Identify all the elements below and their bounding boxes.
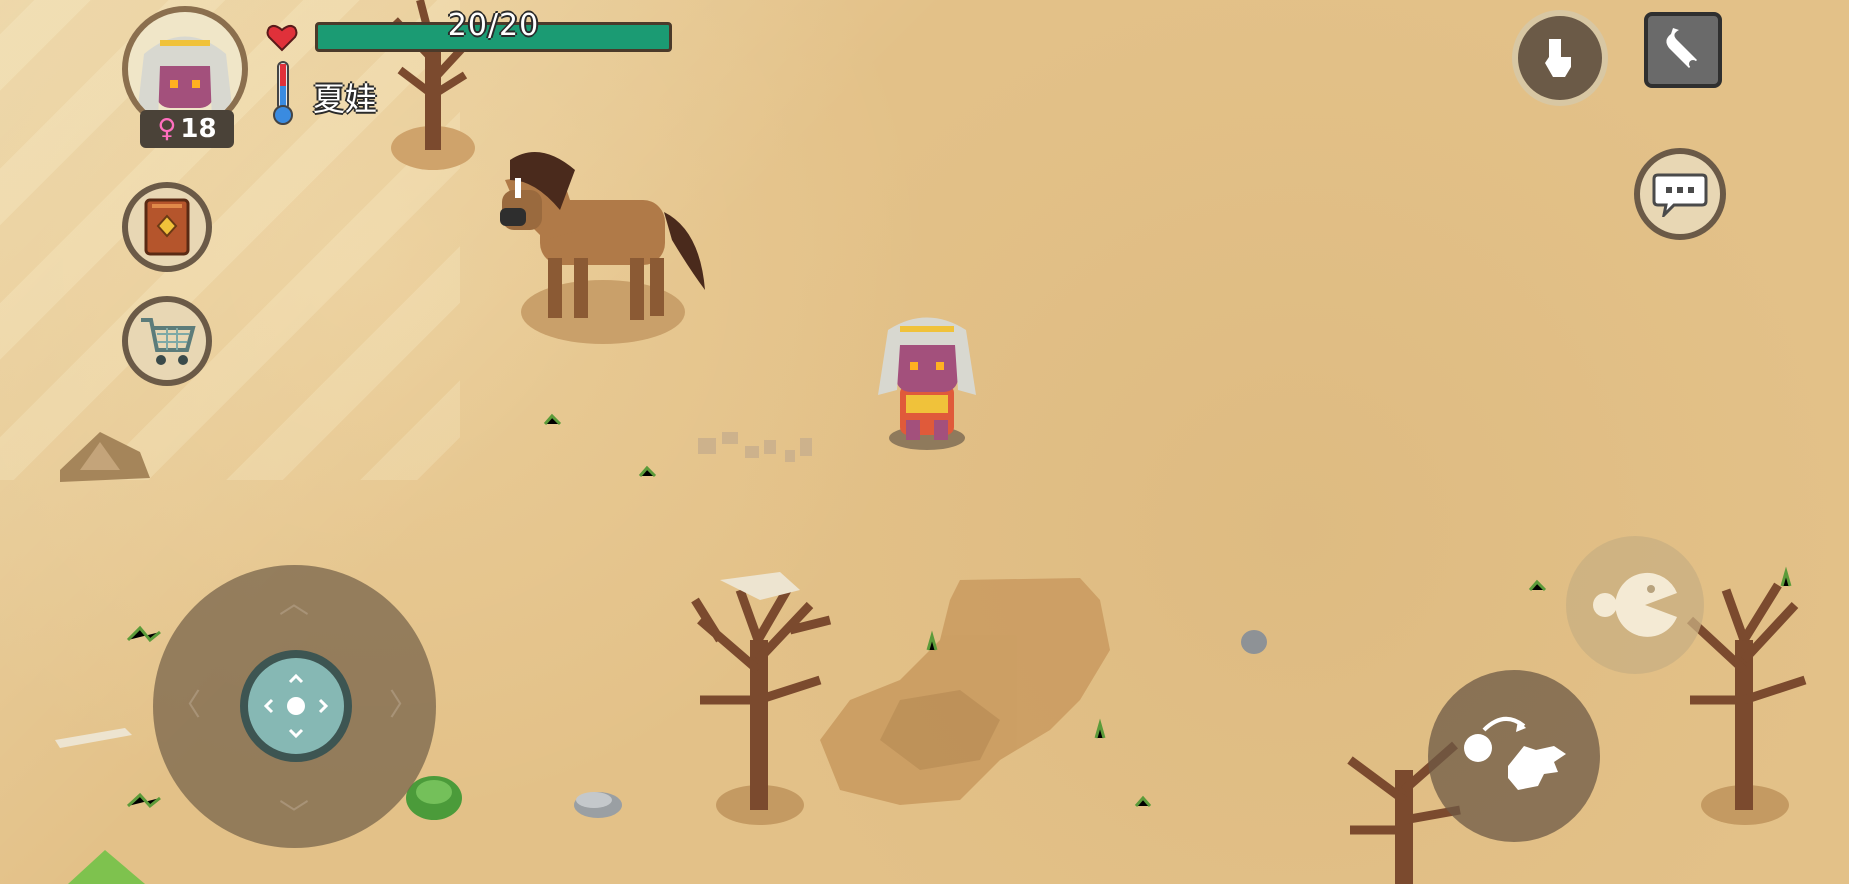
drop-item-button[interactable] [1512,10,1608,106]
joystick-stick[interactable] [240,650,352,762]
wrench-icon [1666,28,1697,68]
settings-button[interactable] [1644,12,1722,88]
eat-icon [1593,572,1677,637]
dead-tree-right [1686,582,1807,825]
pebble [1241,630,1267,654]
green-bush [406,776,462,820]
age-value: 18 [180,114,217,144]
player-name: 夏娃 [313,80,378,118]
shopping-cart-icon [141,318,196,365]
chat-button[interactable] [1634,148,1726,240]
drop-item-icon [1545,39,1577,77]
dpad-icon [263,673,329,739]
dead-tree-center [691,572,832,825]
shop-button[interactable] [122,296,212,386]
horse[interactable] [500,152,705,344]
bone [55,728,132,748]
book-icon [144,198,190,256]
eat-button[interactable] [1566,536,1704,674]
player-character[interactable] [878,317,976,451]
interact-button[interactable] [1428,670,1600,842]
thermometer-icon [273,61,293,125]
joystick-down-arrow: ﹀ [279,798,309,833]
age-badge: ♀ 18 [140,110,234,148]
speech-bubble-icon [1652,173,1708,217]
joystick-up-arrow: ︿ [279,586,309,621]
joystick-left-arrow: 〈 [171,688,201,723]
female-icon: ♀ [157,114,177,144]
avatar-portrait [136,36,234,124]
green-mound [68,850,145,884]
joystick-right-arrow: 〉 [389,688,419,723]
heart-icon [266,24,298,52]
recipe-book-button[interactable] [122,182,212,272]
sand-patch [820,578,1110,805]
hand-throw-icon [1464,717,1566,790]
stone [574,792,622,818]
sand-mound [60,432,150,482]
rubble [698,432,812,462]
health-value: 20/20 [447,8,540,43]
